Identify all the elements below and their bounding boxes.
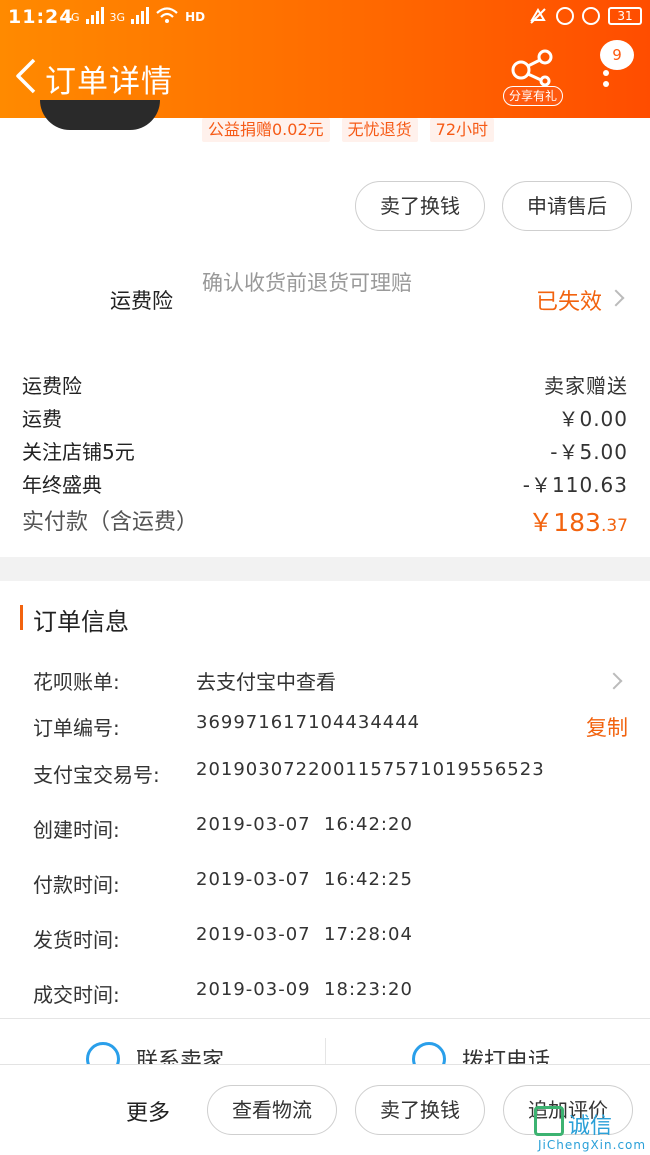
battery-icon: 31: [608, 7, 642, 25]
back-arrow-icon[interactable]: [12, 58, 40, 94]
call-phone-label: 拨打电话: [462, 1049, 551, 1064]
insurance-status: 已失效: [536, 290, 603, 315]
paid-amount-main: ￥183: [528, 508, 601, 537]
wifi-icon: [156, 7, 178, 23]
watermark-subtext: JiChengXin.com: [538, 1138, 647, 1152]
fee-row: 运费 ￥0.00: [22, 403, 628, 433]
chat-icon: [86, 1042, 120, 1064]
paid-amount-label: 实付款（含运费）: [22, 510, 199, 535]
contact-seller-label: 联系卖家: [136, 1049, 225, 1064]
after-sale-button[interactable]: 申请售后: [502, 181, 632, 231]
contact-strip: 联系卖家 拨打电话: [0, 1030, 650, 1064]
message-count-badge: 9: [600, 40, 634, 70]
status-right-icons: 31: [528, 6, 642, 26]
hd-label: HD: [185, 10, 206, 24]
page-title: 订单详情: [45, 64, 173, 100]
phone-icon: [412, 1042, 446, 1064]
network-4g-label: 4G: [64, 11, 80, 24]
info-row: 支付宝交易号: 2019030722001157571019556523: [33, 759, 628, 789]
signal-icon-2: [131, 6, 150, 24]
tag-easy-return: 无忧退货: [341, 118, 418, 142]
divider: [0, 1018, 650, 1019]
info-value: 369971617104434444: [196, 712, 421, 733]
tag-charity: 公益捐赠0.02元: [202, 118, 330, 142]
info-label: 订单编号:: [33, 716, 120, 740]
info-value: 去支付宝中查看: [196, 670, 336, 694]
fee-row: 关注店铺5元 -￥5.00: [22, 436, 628, 466]
tag-72h: 72小时: [429, 118, 495, 142]
more-menu-icon[interactable]: [598, 70, 614, 98]
info-label: 创建时间:: [33, 818, 120, 842]
info-row: 付款时间: 2019-03-07 16:42:25: [33, 869, 628, 899]
call-phone-button[interactable]: 拨打电话: [412, 1042, 550, 1064]
divider: [325, 1038, 326, 1064]
product-image: [40, 100, 160, 130]
insurance-description: 确认收货前退货可理赔: [202, 271, 412, 295]
fee-label: 运费: [22, 407, 62, 431]
info-label: 花呗账单:: [33, 670, 120, 694]
fee-value: -￥110.63: [522, 473, 628, 497]
status-bar: 11:24 4G 3G HD 31: [0, 0, 650, 34]
info-label: 成交时间:: [33, 983, 120, 1007]
info-value: 2019-03-07 16:42:20: [196, 814, 413, 835]
site-watermark: 诚信 JiChengXin.com: [530, 1100, 650, 1155]
chevron-right-icon: [605, 672, 623, 690]
insurance-label: 运费险: [110, 289, 173, 313]
section-accent-bar: [20, 605, 23, 630]
share-button[interactable]: 分享有礼: [503, 48, 563, 106]
info-label: 支付宝交易号:: [33, 763, 160, 787]
fee-row: 年终盛典 -￥110.63: [22, 469, 628, 499]
fee-value: -￥5.00: [550, 440, 628, 464]
watermark-logo-icon: [534, 1106, 564, 1136]
copy-button[interactable]: 复制: [586, 712, 628, 742]
more-button[interactable]: 更多: [126, 1095, 170, 1127]
sell-for-cash-button-bottom[interactable]: 卖了换钱: [355, 1085, 485, 1135]
order-info-title: 订单信息: [33, 608, 129, 636]
fee-value: ￥0.00: [558, 407, 628, 431]
fee-row: 运费险 卖家赠送: [22, 370, 628, 400]
sell-for-cash-button[interactable]: 卖了换钱: [355, 181, 485, 231]
contact-seller-button[interactable]: 联系卖家: [86, 1042, 224, 1064]
info-value: 2019-03-07 17:28:04: [196, 924, 413, 945]
fee-label: 关注店铺5元: [22, 440, 135, 464]
info-value: 2019030722001157571019556523: [196, 759, 545, 780]
network-indicators: 4G 3G HD: [64, 6, 205, 24]
network-3g-label: 3G: [109, 11, 126, 24]
info-row: 发货时间: 2019-03-07 17:28:04: [33, 924, 628, 954]
watermark-text: 诚信: [568, 1114, 613, 1139]
alarm-icon: [582, 7, 600, 25]
share-icon: [511, 49, 553, 86]
info-label: 发货时间:: [33, 928, 120, 952]
huabei-bill-row[interactable]: 花呗账单: 去支付宝中查看: [33, 666, 628, 696]
fee-label: 运费险: [22, 374, 82, 398]
mute-icon: [530, 8, 546, 24]
fee-value: 卖家赠送: [544, 374, 628, 398]
fee-label: 年终盛典: [22, 473, 102, 497]
paid-amount-cents: .37: [600, 516, 628, 536]
info-label: 付款时间:: [33, 873, 120, 897]
signal-icon: [85, 6, 104, 24]
paid-amount-value: ￥183.37: [528, 503, 628, 539]
view-logistics-button[interactable]: 查看物流: [207, 1085, 337, 1135]
service-tags: 公益捐赠0.02元 无忧退货 72小时: [202, 118, 495, 142]
info-value: 2019-03-09 18:23:20: [196, 979, 413, 1000]
section-divider: [0, 557, 650, 581]
lock-rotation-icon: [556, 7, 574, 25]
info-row: 成交时间: 2019-03-09 18:23:20: [33, 979, 628, 1009]
info-value: 2019-03-07 16:42:25: [196, 869, 413, 890]
share-label: 分享有礼: [503, 86, 563, 106]
chevron-right-icon: [607, 289, 625, 307]
info-row: 创建时间: 2019-03-07 16:42:20: [33, 814, 628, 844]
order-number-row: 订单编号: 369971617104434444 复制: [33, 712, 628, 742]
